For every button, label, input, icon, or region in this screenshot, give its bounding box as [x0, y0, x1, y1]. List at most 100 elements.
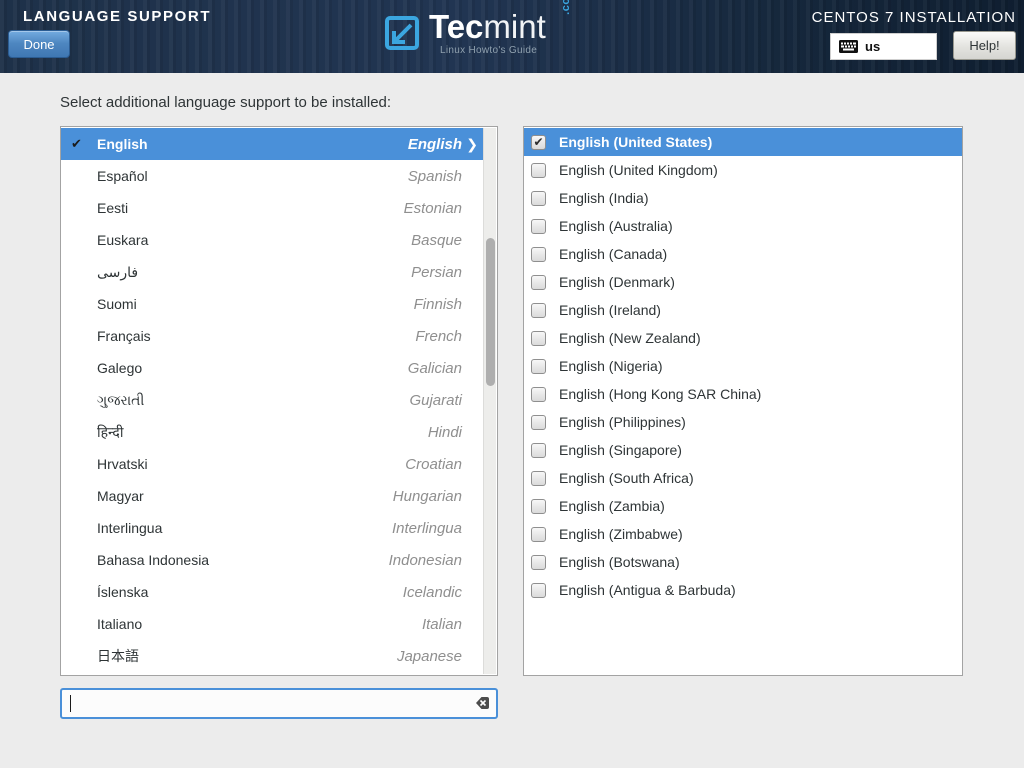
locale-row[interactable]: English (Botswana)	[524, 548, 962, 576]
language-row[interactable]: EestiEstonian	[61, 192, 484, 224]
language-row[interactable]: Euskara Basque	[61, 224, 484, 256]
done-button[interactable]: Done	[8, 30, 70, 58]
language-list-scrollbar[interactable]	[483, 128, 496, 674]
installer-header: LANGUAGE SUPPORT Done Tecmint .com Linux…	[0, 0, 1024, 73]
language-row[interactable]: 日本語 Japanese	[61, 640, 484, 672]
language-row[interactable]: Italiano Italian	[61, 608, 484, 640]
checkbox-unchecked[interactable]	[531, 527, 546, 542]
locale-row[interactable]: English (Ireland)	[524, 296, 962, 324]
locale-label: English (Singapore)	[559, 442, 682, 458]
locale-row[interactable]: English (Philippines)	[524, 408, 962, 436]
chevron-right-icon: ❯	[462, 136, 478, 153]
locale-label: English (Nigeria)	[559, 358, 662, 374]
instruction-label: Select additional language support to be…	[60, 94, 391, 111]
locale-row[interactable]: English (United Kingdom)	[524, 156, 962, 184]
language-english-name: Icelandic	[403, 584, 462, 601]
checkbox-unchecked[interactable]	[531, 387, 546, 402]
checkbox-unchecked[interactable]	[531, 555, 546, 570]
clear-search-icon[interactable]	[470, 696, 489, 715]
locale-row[interactable]: English (Antigua & Barbuda)	[524, 576, 962, 604]
checkbox-unchecked[interactable]	[531, 275, 546, 290]
locale-row[interactable]: ✔ English (United States)	[524, 128, 962, 156]
checkbox-unchecked[interactable]	[531, 247, 546, 262]
language-english-name: Indonesian	[389, 552, 462, 569]
text-caret	[70, 695, 71, 712]
checkbox-unchecked[interactable]	[531, 583, 546, 598]
language-row[interactable]: ÍslenskaIcelandic	[61, 576, 484, 608]
language-english-name: Italian	[422, 616, 462, 633]
locale-row[interactable]: English (New Zealand)	[524, 324, 962, 352]
checkbox-unchecked[interactable]	[531, 471, 546, 486]
language-row[interactable]: فارسیPersian	[61, 256, 484, 288]
language-native-name: Italiano	[97, 616, 142, 632]
checkbox-unchecked[interactable]	[531, 415, 546, 430]
language-list: ✔EnglishEnglish❯EspañolSpanishEestiEston…	[61, 128, 484, 672]
locale-label: English (Ireland)	[559, 302, 661, 318]
language-native-name: Galego	[97, 360, 142, 376]
checkbox-unchecked[interactable]	[531, 191, 546, 206]
language-native-name: Español	[97, 168, 148, 184]
language-row[interactable]: MagyarHungarian	[61, 480, 484, 512]
locale-row[interactable]: English (Nigeria)	[524, 352, 962, 380]
language-english-name: Persian	[411, 264, 462, 281]
language-english-name: Interlingua	[392, 520, 462, 537]
language-native-name: 日本語	[97, 646, 139, 666]
help-button[interactable]: Help!	[953, 31, 1016, 60]
language-row[interactable]: Hrvatski Croatian	[61, 448, 484, 480]
language-native-name: Eesti	[97, 200, 128, 216]
language-native-name: Interlingua	[97, 520, 162, 536]
language-native-name: Euskara	[97, 232, 148, 248]
language-row[interactable]: EspañolSpanish	[61, 160, 484, 192]
locale-row[interactable]: English (Hong Kong SAR China)	[524, 380, 962, 408]
language-native-name: Hrvatski	[97, 456, 148, 472]
language-english-name: Hindi	[428, 424, 462, 441]
language-search-input[interactable]	[68, 691, 458, 716]
scrollbar-thumb[interactable]	[486, 238, 495, 386]
language-row[interactable]: Suomi Finnish	[61, 288, 484, 320]
locale-row[interactable]: English (South Africa)	[524, 464, 962, 492]
language-native-name: Français	[97, 328, 151, 344]
locale-row[interactable]: English (Denmark)	[524, 268, 962, 296]
tecmint-logo: Tecmint .com Linux Howto's Guide	[383, 12, 613, 64]
locale-label: English (New Zealand)	[559, 330, 701, 346]
language-row[interactable]: GalegoGalician	[61, 352, 484, 384]
checkbox-unchecked[interactable]	[531, 331, 546, 346]
language-english-name: Japanese	[397, 648, 462, 665]
language-english-name: Croatian	[405, 456, 462, 473]
locale-row[interactable]: English (Zimbabwe)	[524, 520, 962, 548]
language-english-name: French	[415, 328, 462, 345]
language-native-name: Suomi	[97, 296, 137, 312]
locale-label: English (Antigua & Barbuda)	[559, 582, 736, 598]
language-row[interactable]: Français French	[61, 320, 484, 352]
language-native-name: हिन्दी	[97, 423, 123, 442]
tecmint-logo-tagline: Linux Howto's Guide	[440, 45, 537, 56]
language-english-name: Gujarati	[409, 392, 462, 409]
locale-row[interactable]: English (India)	[524, 184, 962, 212]
locale-label: English (Australia)	[559, 218, 673, 234]
language-row[interactable]: Interlingua Interlingua	[61, 512, 484, 544]
language-english-name: Basque	[411, 232, 462, 249]
keyboard-layout-indicator[interactable]: us	[830, 33, 937, 60]
language-row[interactable]: हिन्दी Hindi	[61, 416, 484, 448]
checkbox-unchecked[interactable]	[531, 163, 546, 178]
checkbox-unchecked[interactable]	[531, 219, 546, 234]
checkbox-unchecked[interactable]	[531, 499, 546, 514]
locale-row[interactable]: English (Canada)	[524, 240, 962, 268]
language-list-panel: ✔EnglishEnglish❯EspañolSpanishEestiEston…	[60, 126, 498, 676]
checkbox-unchecked[interactable]	[531, 359, 546, 374]
locale-row[interactable]: English (Zambia)	[524, 492, 962, 520]
locale-label: English (Canada)	[559, 246, 667, 262]
checkbox-unchecked[interactable]	[531, 443, 546, 458]
locale-row[interactable]: English (Singapore)	[524, 436, 962, 464]
language-native-name: Bahasa Indonesia	[97, 552, 209, 568]
checkbox-unchecked[interactable]	[531, 303, 546, 318]
locale-row[interactable]: English (Australia)	[524, 212, 962, 240]
language-row[interactable]: Bahasa Indonesia Indonesian	[61, 544, 484, 576]
locale-label: English (United States)	[559, 134, 712, 150]
language-row[interactable]: ✔EnglishEnglish❯	[61, 128, 484, 160]
language-row[interactable]: ગુજરાતીGujarati	[61, 384, 484, 416]
language-english-name: English	[408, 136, 462, 153]
language-native-name: Magyar	[97, 488, 144, 504]
language-english-name: Finnish	[414, 296, 462, 313]
checkbox-checked[interactable]: ✔	[531, 135, 546, 150]
